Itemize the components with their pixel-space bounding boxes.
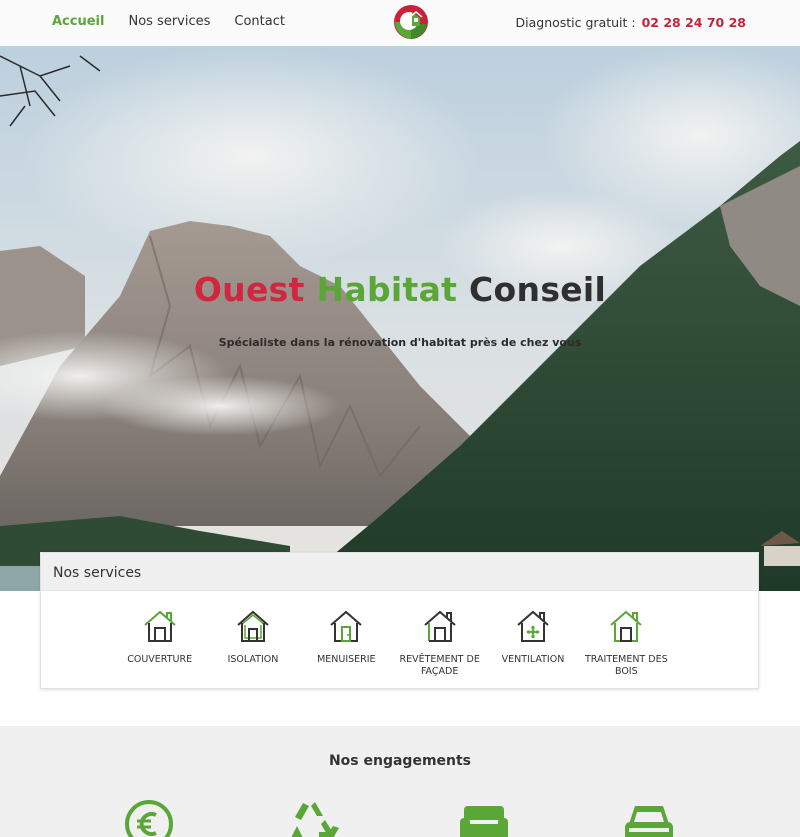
title-habitat: Habitat xyxy=(316,270,458,309)
services-heading: Nos services xyxy=(41,553,758,591)
engagements-heading: Nos engagements xyxy=(328,753,472,769)
service-label: COUVERTURE xyxy=(127,654,193,665)
house-insulation-icon xyxy=(237,610,269,642)
title-conseil: Conseil xyxy=(469,270,607,309)
nav-link-contact[interactable]: Contact xyxy=(234,14,285,29)
service-label: VENTILATION xyxy=(501,654,565,665)
nav-links: Accueil Nos services Contact xyxy=(52,14,285,29)
service-label: MENUISERIE xyxy=(317,654,376,665)
phone-number[interactable]: 02 28 24 70 28 xyxy=(642,15,746,30)
service-menuiserie[interactable]: MENUISERIE xyxy=(300,608,393,678)
service-ventilation[interactable]: VENTILATION xyxy=(486,608,579,678)
service-traitement-des-bois[interactable]: TRAITEMENT DES BOIS xyxy=(580,608,673,678)
service-revetement-de-facade[interactable]: REVÊTEMENT DE FAÇADE xyxy=(393,608,486,678)
house-wood-icon xyxy=(610,610,642,642)
house-facade-icon xyxy=(423,610,456,642)
euro-icon xyxy=(125,800,173,837)
phone-contact: Diagnostic gratuit : 02 28 24 70 28 xyxy=(516,15,747,30)
nav-link-accueil[interactable]: Accueil xyxy=(52,14,104,29)
service-couverture[interactable]: COUVERTURE xyxy=(113,608,206,678)
engagements-section: Nos engagements xyxy=(0,726,800,837)
mountain-landscape-image xyxy=(0,46,800,591)
title-ouest: Ouest xyxy=(193,270,305,309)
services-list: COUVERTURE ISOLATION MENUISERIE REVÊTEME… xyxy=(113,608,673,678)
services-card: Nos services COUVERTURE ISOLATION MENUIS… xyxy=(40,552,759,689)
house-roof-icon xyxy=(144,610,176,642)
car-icon xyxy=(625,806,673,837)
nav-link-nos-services[interactable]: Nos services xyxy=(128,14,210,29)
house-door-icon xyxy=(330,610,362,642)
service-label: REVÊTEMENT DE FAÇADE xyxy=(399,654,480,677)
hero-section: Ouest Habitat Conseil Spécialiste dans l… xyxy=(0,46,800,591)
service-label: TRAITEMENT DES BOIS xyxy=(585,654,668,677)
hero-subtitle: Spécialiste dans la rénovation d'habitat… xyxy=(218,336,582,349)
service-isolation[interactable]: ISOLATION xyxy=(206,608,299,678)
hero-title: Ouest Habitat Conseil xyxy=(0,270,800,309)
service-label: ISOLATION xyxy=(227,654,279,665)
recycle-icon xyxy=(291,802,339,837)
house-ventilation-icon xyxy=(517,610,549,642)
armchair-icon xyxy=(460,806,508,837)
top-nav: Accueil Nos services Contact Diagnostic … xyxy=(0,0,800,46)
phone-prefix: Diagnostic gratuit : xyxy=(515,15,636,30)
house-leaf-logo[interactable] xyxy=(393,4,429,40)
